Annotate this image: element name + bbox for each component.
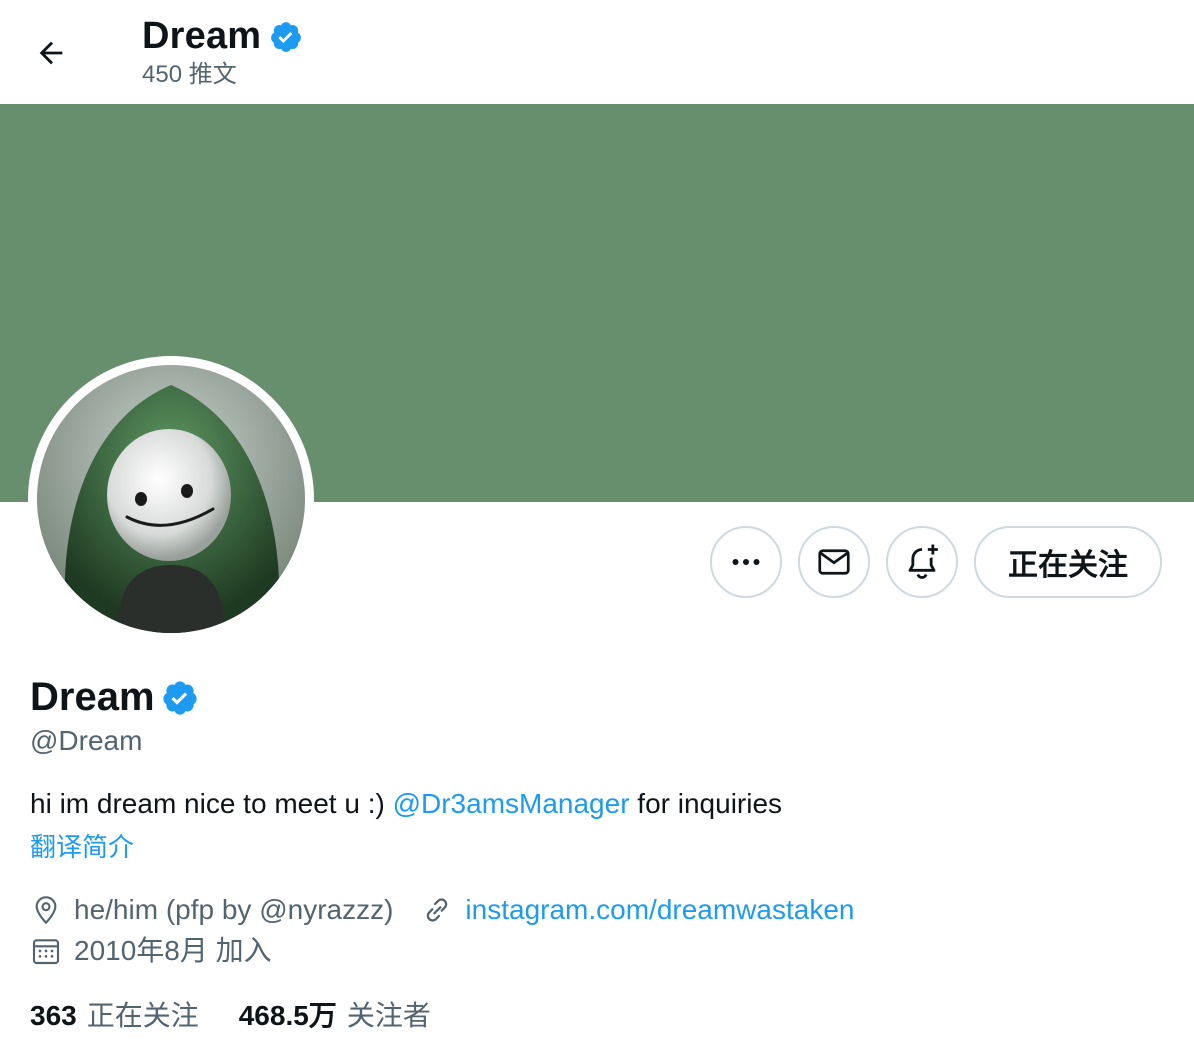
profile-location: he/him (pfp by @nyrazzz) — [74, 894, 394, 925]
following-button[interactable]: 正在关注 — [974, 526, 1162, 598]
profile-joined-date: 2010年8月 加入 — [74, 935, 272, 966]
profile-bio: hi im dream nice to meet u :) @Dr3amsMan… — [30, 786, 782, 822]
mail-icon — [818, 549, 850, 575]
following-count: 363 — [30, 1000, 77, 1031]
translate-bio-link[interactable]: 翻译简介 — [30, 830, 134, 864]
bio-text: hi im dream nice to meet u :) — [30, 788, 393, 819]
profile-joined-row: 2010年8月 加入 — [30, 933, 272, 969]
more-icon — [732, 559, 760, 565]
profile-handle: @Dream — [30, 725, 143, 756]
message-button[interactable] — [798, 526, 870, 598]
link-icon — [421, 894, 453, 926]
profile-meta-row: he/him (pfp by @nyrazzz) instagram.com/d… — [30, 892, 854, 928]
back-button[interactable] — [26, 30, 76, 76]
bio-suffix: for inquiries — [629, 788, 783, 819]
arrow-left-icon — [39, 41, 63, 65]
following-stat-link[interactable]: 363 正在关注 — [30, 998, 199, 1034]
profile-name-group: Dream — [30, 674, 199, 720]
profile-stats: 363 正在关注 468.5万 关注者 — [30, 998, 431, 1034]
profile-website-link[interactable]: instagram.com/dreamwastaken — [465, 892, 854, 928]
followers-count: 468.5万 — [238, 1000, 337, 1031]
verified-badge-icon — [271, 22, 302, 52]
bell-plus-icon — [908, 544, 938, 579]
calendar-icon — [30, 935, 62, 967]
location-icon — [30, 894, 62, 926]
bio-mention-link[interactable]: @Dr3amsManager — [393, 788, 630, 819]
profile-header-bar: Dream 450 推文 — [0, 0, 1194, 104]
avatar[interactable] — [37, 365, 305, 633]
header-title: Dream — [142, 15, 262, 57]
header-title-group: Dream — [142, 14, 303, 58]
more-button[interactable] — [710, 526, 782, 598]
notify-button[interactable] — [886, 526, 958, 598]
display-name: Dream — [30, 675, 155, 719]
avatar-image — [37, 365, 305, 633]
tweet-count: 450 推文 — [142, 61, 237, 88]
verified-badge-icon — [162, 681, 197, 715]
following-label: 正在关注 — [86, 1000, 199, 1031]
followers-label: 关注者 — [346, 1000, 431, 1031]
followers-stat-link[interactable]: 468.5万 关注者 — [239, 998, 431, 1034]
